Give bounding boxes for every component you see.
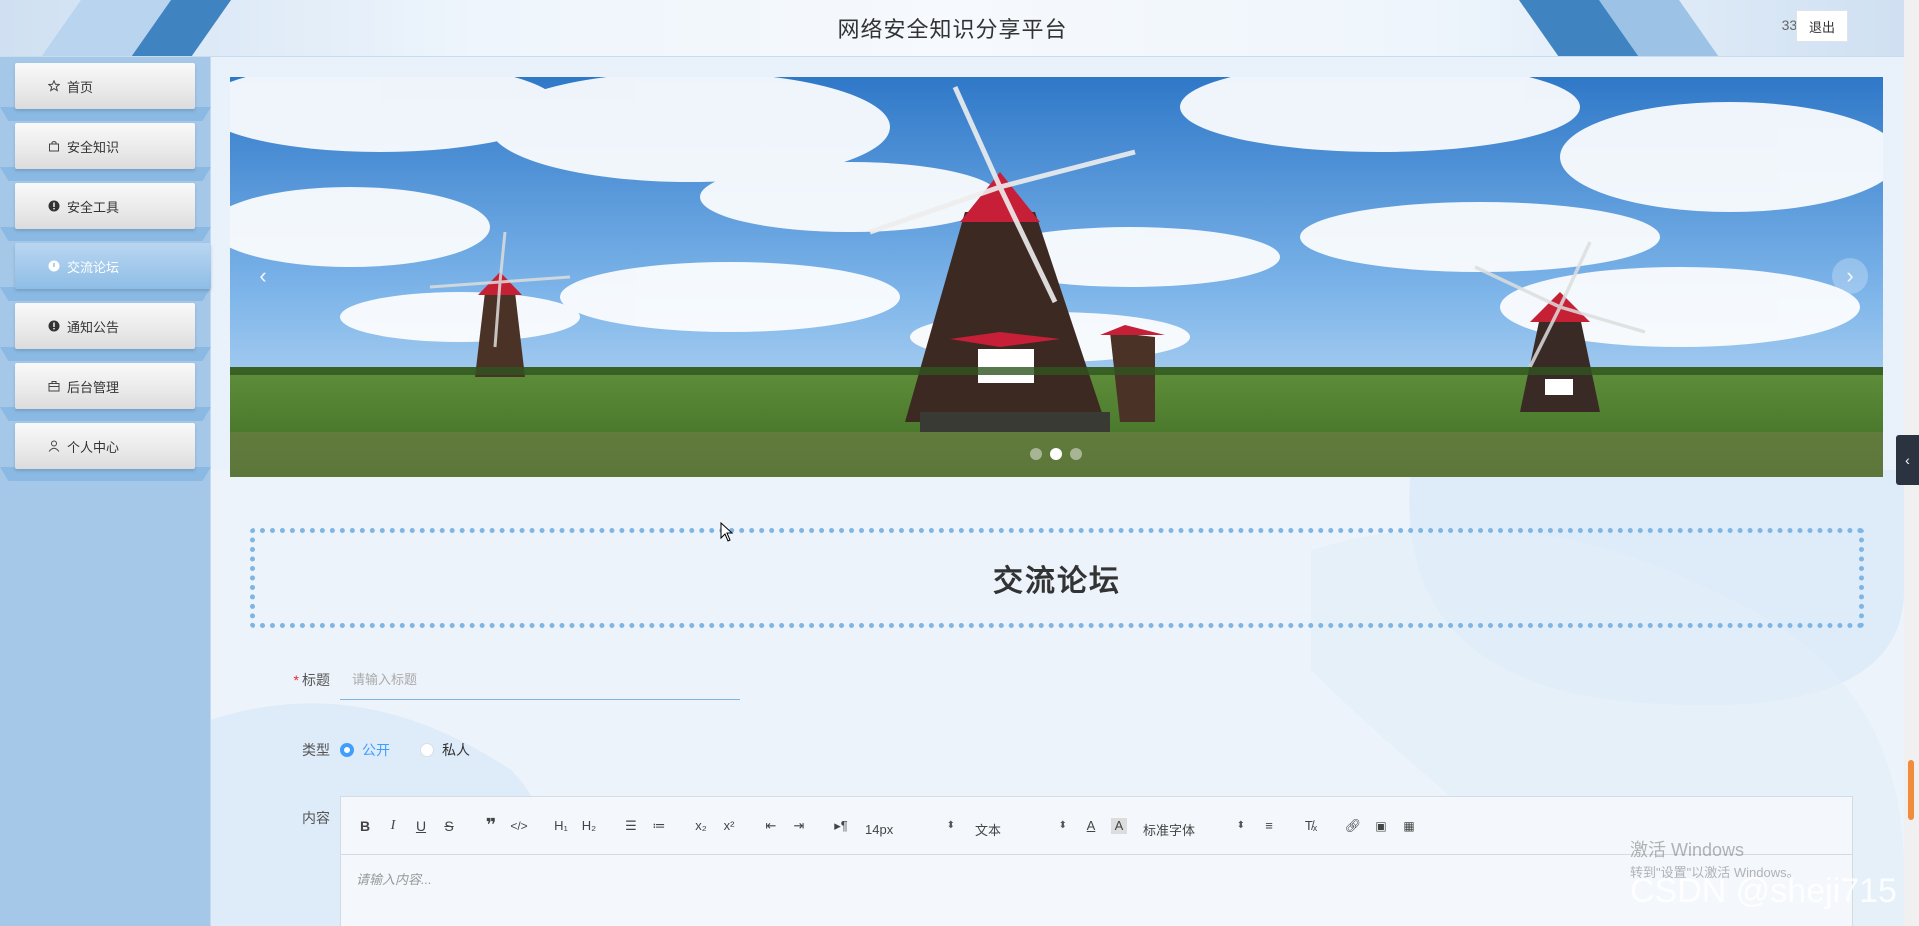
font-color-icon[interactable]: A [1077, 812, 1105, 840]
clear-format-icon[interactable]: T̸ₓ [1297, 812, 1325, 840]
sidebar-decoration [0, 107, 211, 121]
radio-label: 公开 [362, 742, 390, 758]
font-size-select[interactable]: 14px ⬍ [855, 812, 965, 840]
editor-content[interactable]: 请输入内容... [341, 855, 1852, 902]
bullet-list-icon[interactable]: ≔ [645, 812, 673, 840]
sidebar-item-label: 安全工具 [67, 199, 120, 215]
sidebar-item-admin[interactable]: 后台管理 [15, 363, 195, 409]
heading2-icon[interactable]: H₂ [575, 812, 603, 840]
code-block-icon[interactable]: </> [505, 812, 533, 840]
briefcase-icon [47, 379, 61, 393]
text-direction-icon[interactable]: ▸¶ [827, 812, 855, 840]
link-icon[interactable]: 🔗︎ [1339, 812, 1367, 840]
editor-toolbar: B I U S ❞ </> H₁ H₂ ☰ ≔ x₂ x² ⇤ ⇥ ▸¶ 14p… [341, 797, 1852, 855]
sidebar-item-label: 通知公告 [67, 319, 120, 335]
title-label-text: 标题 [302, 672, 330, 688]
heading-select[interactable]: 文本 ⬍ [965, 812, 1077, 840]
required-marker: * [293, 672, 299, 688]
scrollbar-thumb[interactable] [1908, 760, 1914, 820]
superscript-icon[interactable]: x² [715, 812, 743, 840]
sidebar-item-announcements[interactable]: 通知公告 [15, 303, 195, 349]
top-header: 网络安全知识分享平台 333 退出 [0, 0, 1905, 57]
content-label: 内容 [302, 810, 330, 826]
carousel-indicators [1030, 448, 1082, 460]
sidebar-decoration [0, 407, 211, 421]
carousel-dot[interactable] [1070, 448, 1082, 460]
sidebar-item-label: 首页 [67, 79, 94, 95]
logout-button[interactable]: 退出 [1796, 10, 1848, 42]
background-color-icon[interactable]: A [1111, 817, 1127, 834]
indent-icon[interactable]: ⇥ [785, 812, 813, 840]
sidebar-item-security-tools[interactable]: 安全工具 [15, 183, 195, 229]
app-title: 网络安全知识分享平台 [837, 17, 1068, 42]
type-radio-private[interactable]: 私人 [420, 740, 470, 760]
carousel-dot[interactable] [1030, 448, 1042, 460]
sidebar: 首页 安全知识 安全工具 交流论坛 通知公告 后台管理 个人中心 [0, 57, 211, 926]
type-label: 类型 [302, 742, 330, 758]
image-icon[interactable]: ▣ [1367, 812, 1395, 840]
bold-icon[interactable]: B [351, 812, 379, 840]
radio-circle [340, 743, 354, 757]
sidebar-decoration [0, 227, 211, 241]
title-input[interactable] [340, 660, 740, 700]
carousel-prev-button[interactable]: ‹ [245, 258, 281, 294]
underline-icon[interactable]: U [407, 812, 435, 840]
heading-value: 文本 [975, 823, 1002, 838]
sidebar-decoration [0, 167, 211, 181]
title-label: * 标题 [260, 670, 330, 690]
rich-text-editor: B I U S ❞ </> H₁ H₂ ☰ ≔ x₂ x² ⇤ ⇥ ▸¶ 14p… [340, 796, 1853, 926]
subscript-icon[interactable]: x₂ [687, 812, 715, 840]
italic-icon[interactable]: I [379, 812, 407, 840]
windmill-banner-image [230, 77, 1883, 477]
windows-activation-title: 激活 Windows [1630, 840, 1745, 860]
sidebar-decoration [0, 287, 211, 301]
font-family-value: 标准字体 [1143, 823, 1196, 838]
chevron-left-icon[interactable]: ‹ [1896, 435, 1919, 485]
strikethrough-icon[interactable]: S [435, 812, 463, 840]
outdent-icon[interactable]: ⇤ [757, 812, 785, 840]
align-icon[interactable]: ≡ [1255, 812, 1283, 840]
radio-circle [420, 743, 434, 757]
font-size-value: 14px [865, 822, 894, 837]
ordered-list-icon[interactable]: ☰ [617, 812, 645, 840]
sidebar-item-profile[interactable]: 个人中心 [15, 423, 195, 469]
mouse-cursor-icon [720, 522, 734, 542]
select-arrow-icon: ⬍ [1236, 820, 1245, 831]
bag-icon [47, 139, 61, 153]
info-icon [47, 319, 61, 333]
font-family-select[interactable]: 标准字体 ⬍ [1133, 812, 1255, 840]
type-radio-public[interactable]: 公开 [340, 740, 390, 760]
blockquote-icon[interactable]: ❞ [477, 812, 505, 840]
sidebar-item-security-knowledge[interactable]: 安全知识 [15, 123, 195, 169]
circle-icon [47, 259, 61, 273]
radio-label: 私人 [442, 742, 470, 758]
video-icon[interactable]: ▦ [1395, 812, 1423, 840]
banner-carousel [230, 77, 1883, 477]
info-icon [47, 199, 61, 213]
user-icon [47, 439, 61, 453]
csdn-watermark: CSDN @sheji715 [1630, 872, 1897, 910]
section-header: 交流论坛 [250, 528, 1864, 628]
select-arrow-icon: ⬍ [1058, 820, 1067, 831]
sidebar-item-label: 安全知识 [67, 139, 120, 155]
sidebar-item-label: 后台管理 [67, 379, 120, 395]
carousel-dot[interactable] [1050, 448, 1062, 460]
sidebar-decoration [0, 347, 211, 361]
sidebar-item-label: 个人中心 [67, 439, 120, 455]
page-title: 交流论坛 [993, 565, 1121, 598]
sidebar-decoration [0, 467, 211, 481]
select-arrow-icon: ⬍ [946, 820, 955, 831]
star-icon [47, 79, 61, 93]
carousel-next-button[interactable]: › [1832, 258, 1868, 294]
sidebar-item-forum[interactable]: 交流论坛 [15, 243, 211, 289]
sidebar-item-home[interactable]: 首页 [15, 63, 195, 109]
sidebar-item-label: 交流论坛 [67, 259, 120, 275]
heading1-icon[interactable]: H₁ [547, 812, 575, 840]
